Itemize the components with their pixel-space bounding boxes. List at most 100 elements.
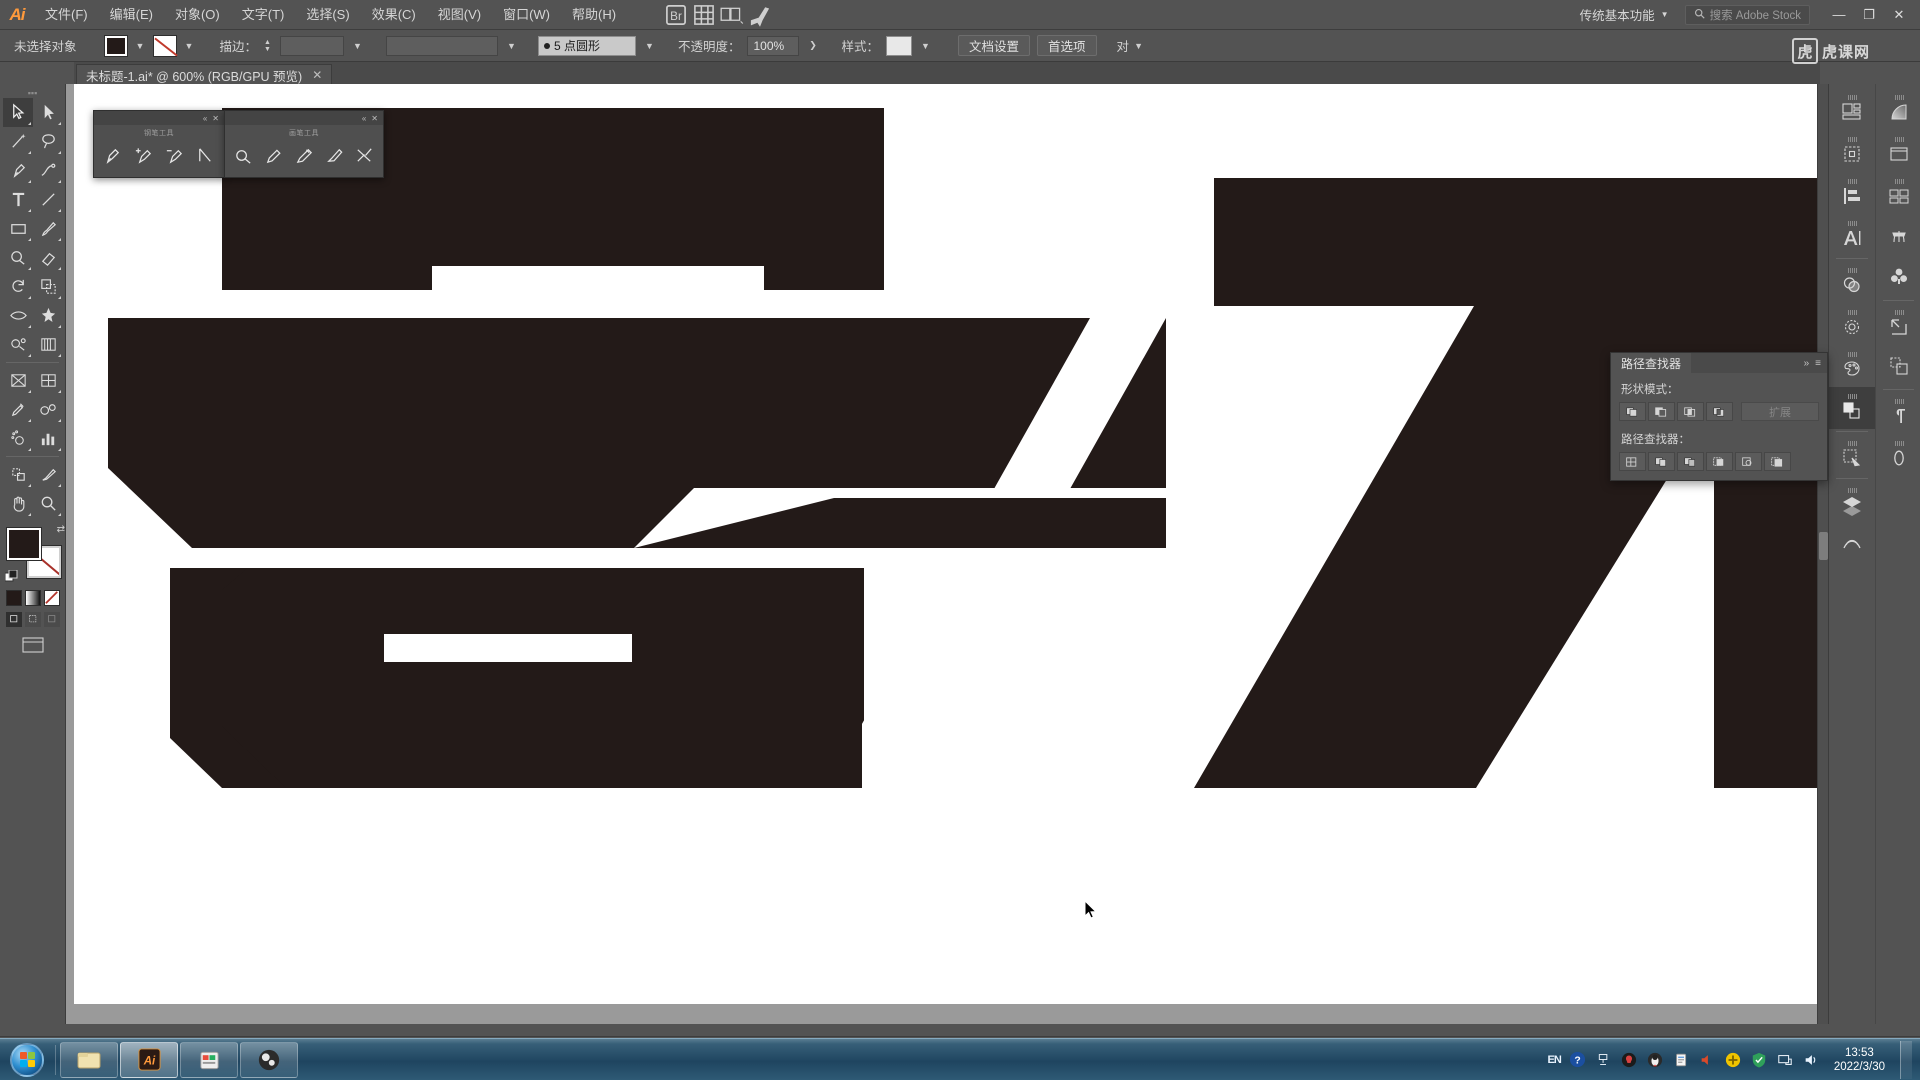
start-button[interactable]: [2, 1040, 52, 1080]
zoom-tool[interactable]: [33, 489, 63, 518]
direct-selection-tool[interactable]: [33, 98, 63, 127]
menu-file[interactable]: 文件(F): [34, 0, 99, 30]
collapse-icon[interactable]: «: [362, 114, 366, 123]
language-indicator[interactable]: EN: [1548, 1054, 1562, 1066]
taskbar-clock[interactable]: 13:53 2022/3/30: [1828, 1046, 1893, 1074]
rectangle-tool[interactable]: [3, 214, 33, 243]
close-icon[interactable]: ✕: [371, 114, 378, 123]
stroke-profile-preview[interactable]: [385, 35, 498, 56]
qq-icon[interactable]: [1620, 1050, 1639, 1069]
artwork-block-top-left-lip-b[interactable]: [764, 266, 884, 290]
stock-rocket-icon[interactable]: [747, 4, 773, 27]
eyedropper-tool[interactable]: [3, 395, 33, 424]
panel-menu-icon[interactable]: ≡: [1815, 358, 1821, 369]
menu-edit[interactable]: 编辑(E): [99, 0, 164, 30]
grid-icon[interactable]: [691, 4, 717, 26]
bridge-icon[interactable]: Br: [663, 4, 689, 26]
style-chevron-down-icon[interactable]: ▼: [919, 36, 932, 56]
taskbar-illustrator[interactable]: Ai: [120, 1041, 178, 1078]
menu-window[interactable]: 窗口(W): [492, 0, 561, 30]
screen-mode-button[interactable]: [0, 627, 65, 653]
pathfinder-unite-button[interactable]: [1619, 402, 1646, 421]
paragraph-panel-icon[interactable]: [1876, 392, 1920, 434]
brush-definition-chevron-down-icon[interactable]: ▼: [643, 36, 656, 56]
preferences-button[interactable]: 首选项: [1037, 35, 1097, 56]
pathfinder-panel-header[interactable]: 路径查找器 » ≡: [1611, 353, 1827, 373]
pathfinder-expand-button[interactable]: 扩展: [1741, 402, 1819, 421]
pathfinder-crop-button[interactable]: [1706, 452, 1733, 471]
perspective-grid-tool[interactable]: [3, 366, 33, 395]
artboard[interactable]: [74, 84, 1828, 1004]
transform-panel-icon[interactable]: [1829, 130, 1875, 172]
join-tool[interactable]: [350, 140, 379, 170]
maximize-button[interactable]: ❐: [1854, 2, 1884, 28]
pathfinder-exclude-button[interactable]: [1706, 402, 1733, 421]
stroke-color-swatch[interactable]: [152, 34, 177, 57]
document-icon[interactable]: [1672, 1050, 1691, 1069]
minimize-button[interactable]: —: [1824, 2, 1854, 28]
free-transform-tool[interactable]: [3, 330, 33, 359]
color-guide-panel-icon[interactable]: [1829, 303, 1875, 345]
align-chevron-down-icon[interactable]: ▼: [1132, 36, 1145, 56]
menu-view[interactable]: 视图(V): [427, 0, 492, 30]
artwork-block-bottom-left-slot[interactable]: [384, 634, 632, 662]
pathfinder-intersect-button[interactable]: [1677, 402, 1704, 421]
stroke-weight-field[interactable]: [279, 35, 344, 56]
network-icon[interactable]: [1594, 1050, 1613, 1069]
pencil-tool[interactable]: [259, 140, 288, 170]
pathfinder-minus-front-button[interactable]: [1648, 402, 1675, 421]
update-icon[interactable]: [1724, 1050, 1743, 1069]
draw-normal-button[interactable]: [6, 612, 22, 627]
transparency-panel-icon[interactable]: [1829, 261, 1875, 303]
pathfinder-tab[interactable]: 路径查找器: [1611, 353, 1692, 373]
type-tool[interactable]: [3, 185, 33, 214]
slice-tool[interactable]: [33, 460, 63, 489]
security-icon[interactable]: [1750, 1050, 1769, 1069]
draw-inside-button[interactable]: [44, 612, 60, 627]
gradient-panel-icon[interactable]: [1876, 88, 1920, 130]
panel-collapse-icon[interactable]: »: [1804, 358, 1810, 369]
symbol-sprayer-tool[interactable]: [3, 424, 33, 453]
gradient-mode-button[interactable]: [25, 590, 41, 606]
pathfinder-panel-icon[interactable]: [1829, 387, 1875, 429]
fill-color-well[interactable]: [6, 527, 42, 561]
brushes-panel-icon[interactable]: [1876, 214, 1920, 256]
artwork-block-right-bar[interactable]: [1214, 178, 1828, 306]
collapse-icon[interactable]: «: [203, 114, 207, 123]
appearance-panel-icon[interactable]: [1876, 345, 1920, 387]
shaper-tool[interactable]: [3, 243, 33, 272]
display-icon[interactable]: [1776, 1050, 1795, 1069]
magic-wand-tool[interactable]: [3, 127, 33, 156]
asset-export-panel-icon[interactable]: [1876, 172, 1920, 214]
libraries-panel-icon[interactable]: [1829, 523, 1875, 565]
pathfinder-outline-button[interactable]: [1735, 452, 1762, 471]
blend-tool[interactable]: [33, 395, 63, 424]
scale-tool[interactable]: [33, 272, 63, 301]
search-adobe-stock-input[interactable]: 搜索 Adobe Stock: [1684, 4, 1810, 25]
stroke-weight-chevron-down-icon[interactable]: ▼: [351, 36, 364, 56]
selection-tool[interactable]: [3, 98, 33, 127]
pen-tools-palette-header[interactable]: « ✕: [94, 111, 224, 125]
brush-definition-field[interactable]: 5 点圆形: [537, 35, 636, 56]
taskbar-obs[interactable]: [240, 1041, 298, 1078]
align-panel-icon[interactable]: [1829, 172, 1875, 214]
hand-tool[interactable]: [3, 489, 33, 518]
default-fill-stroke-icon[interactable]: [4, 569, 19, 584]
smooth-tool[interactable]: [289, 140, 318, 170]
symbols-panel-icon[interactable]: [1876, 256, 1920, 298]
delete-anchor-point-tool[interactable]: [160, 140, 190, 170]
mesh-tool[interactable]: [33, 366, 63, 395]
opacity-field[interactable]: 100%: [747, 35, 800, 56]
rotate-tool[interactable]: [3, 272, 33, 301]
help-icon[interactable]: ?: [1568, 1050, 1587, 1069]
document-tab-close-icon[interactable]: ✕: [312, 68, 322, 82]
artwork-block-bottom-left[interactable]: [222, 568, 862, 788]
vertical-scrollbar[interactable]: [1817, 84, 1828, 1024]
pathfinder-divide-button[interactable]: [1619, 452, 1646, 471]
menu-effect[interactable]: 效果(C): [361, 0, 427, 30]
curvature-tool[interactable]: [33, 156, 63, 185]
paintbrush-tool[interactable]: [33, 214, 63, 243]
pen-tools-palette[interactable]: « ✕ 钢笔工具: [93, 110, 225, 178]
character-panel-icon[interactable]: [1829, 214, 1875, 256]
layers-panel-icon[interactable]: [1829, 481, 1875, 523]
